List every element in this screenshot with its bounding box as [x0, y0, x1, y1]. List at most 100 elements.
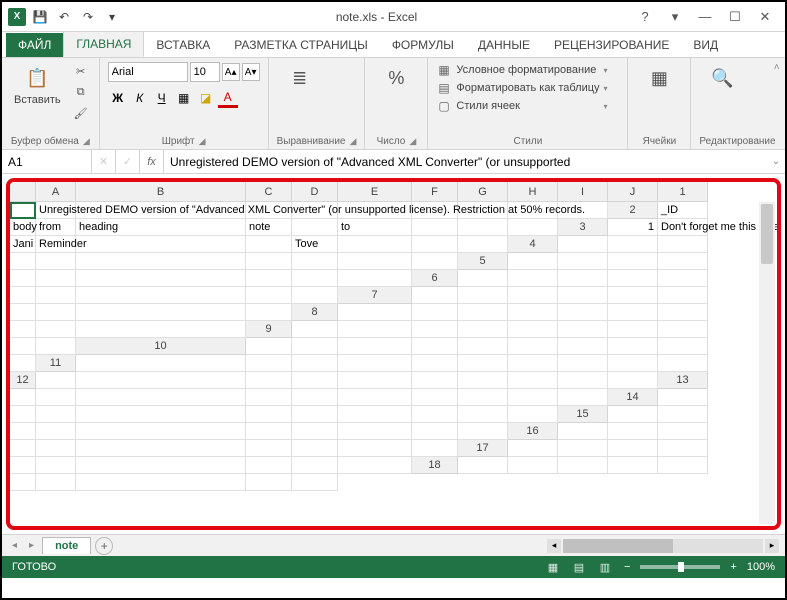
- tab-insert[interactable]: ВСТАВКА: [144, 33, 222, 57]
- row-header[interactable]: 5: [458, 253, 508, 270]
- cell[interactable]: [292, 372, 338, 389]
- tab-nav-left-icon[interactable]: ◂: [8, 540, 21, 551]
- cell[interactable]: [76, 372, 246, 389]
- cell[interactable]: [292, 457, 338, 474]
- cell[interactable]: [292, 474, 338, 491]
- grid[interactable]: ABCDEFGHIJ12_IDbodyfromheadingnoteto31Do…: [10, 182, 777, 508]
- font-color-icon[interactable]: A: [218, 88, 238, 108]
- cell[interactable]: [658, 389, 708, 406]
- cell[interactable]: [508, 372, 558, 389]
- row-header[interactable]: 3: [558, 219, 608, 236]
- cell[interactable]: [608, 338, 658, 355]
- cell[interactable]: [36, 474, 76, 491]
- cell[interactable]: [508, 270, 558, 287]
- zoom-level[interactable]: 100%: [747, 561, 775, 573]
- italic-button[interactable]: К: [130, 88, 150, 108]
- cell[interactable]: [608, 440, 658, 457]
- cell[interactable]: [338, 338, 412, 355]
- column-header[interactable]: C: [246, 182, 292, 202]
- cell[interactable]: Tove: [292, 236, 338, 253]
- cell[interactable]: [508, 440, 558, 457]
- cell[interactable]: [458, 236, 508, 253]
- cell[interactable]: [36, 372, 76, 389]
- cell[interactable]: [458, 406, 508, 423]
- cell[interactable]: [10, 389, 36, 406]
- cell[interactable]: [458, 321, 508, 338]
- underline-button[interactable]: Ч: [152, 88, 172, 108]
- enter-formula-icon[interactable]: ✓: [116, 150, 140, 173]
- column-header[interactable]: F: [412, 182, 458, 202]
- alignment-dialog-launcher-icon[interactable]: ◢: [349, 136, 356, 146]
- cell[interactable]: Jani: [10, 236, 36, 253]
- maximize-icon[interactable]: ☐: [721, 6, 749, 28]
- close-icon[interactable]: ✕: [751, 6, 779, 28]
- page-break-view-icon[interactable]: ▥: [596, 559, 614, 575]
- cell[interactable]: [10, 253, 36, 270]
- row-header[interactable]: 1: [658, 182, 708, 202]
- select-all-corner[interactable]: [10, 182, 36, 202]
- name-box[interactable]: [2, 150, 92, 173]
- column-header[interactable]: A: [36, 182, 76, 202]
- tab-page-layout[interactable]: РАЗМЕТКА СТРАНИЦЫ: [222, 33, 380, 57]
- cell[interactable]: [10, 474, 36, 491]
- font-size-input[interactable]: [190, 62, 220, 82]
- column-header[interactable]: G: [458, 182, 508, 202]
- cell[interactable]: [508, 321, 558, 338]
- cell[interactable]: [338, 389, 412, 406]
- zoom-slider[interactable]: [640, 565, 720, 569]
- cell[interactable]: [658, 236, 708, 253]
- clipboard-dialog-launcher-icon[interactable]: ◢: [83, 136, 90, 146]
- cell[interactable]: [76, 423, 246, 440]
- scrollbar-thumb[interactable]: [761, 204, 773, 264]
- cell[interactable]: [608, 406, 658, 423]
- row-header[interactable]: 7: [338, 287, 412, 304]
- cell[interactable]: [36, 406, 76, 423]
- cell[interactable]: [558, 457, 608, 474]
- save-icon[interactable]: 💾: [30, 7, 50, 27]
- cell[interactable]: [10, 338, 36, 355]
- cell[interactable]: [458, 270, 508, 287]
- row-header[interactable]: 16: [508, 423, 558, 440]
- cell[interactable]: [508, 287, 558, 304]
- cell[interactable]: [658, 423, 708, 440]
- cell[interactable]: [292, 423, 338, 440]
- cell[interactable]: [76, 270, 246, 287]
- column-header[interactable]: B: [76, 182, 246, 202]
- cell[interactable]: [36, 338, 76, 355]
- row-header[interactable]: 12: [10, 372, 36, 389]
- row-header[interactable]: 11: [36, 355, 76, 372]
- cell[interactable]: [412, 253, 458, 270]
- cell[interactable]: [658, 457, 708, 474]
- row-header[interactable]: 18: [412, 457, 458, 474]
- cell[interactable]: [608, 287, 658, 304]
- cell[interactable]: [246, 270, 292, 287]
- cell[interactable]: to: [338, 219, 412, 236]
- row-header[interactable]: 6: [412, 270, 458, 287]
- column-header[interactable]: H: [508, 182, 558, 202]
- row-header[interactable]: 4: [508, 236, 558, 253]
- cell-styles-button[interactable]: ▢ Стили ячеек ▾: [436, 98, 609, 114]
- cell[interactable]: Don't forget me this weekend!: [658, 219, 708, 236]
- cell[interactable]: [246, 474, 292, 491]
- cell[interactable]: [412, 321, 458, 338]
- formula-input-wrap[interactable]: [164, 150, 767, 173]
- row-header[interactable]: 14: [608, 389, 658, 406]
- border-icon[interactable]: ▦: [174, 88, 194, 108]
- cell[interactable]: [458, 304, 508, 321]
- cell[interactable]: [10, 423, 36, 440]
- cell[interactable]: [458, 202, 508, 219]
- column-header[interactable]: E: [338, 182, 412, 202]
- name-box-input[interactable]: [8, 155, 85, 169]
- cell[interactable]: body: [10, 219, 36, 236]
- cell[interactable]: [508, 457, 558, 474]
- cell[interactable]: heading: [76, 219, 246, 236]
- cell[interactable]: [412, 287, 458, 304]
- cell[interactable]: [36, 253, 76, 270]
- row-header[interactable]: 15: [558, 406, 608, 423]
- cell[interactable]: [76, 355, 246, 372]
- cell[interactable]: [608, 253, 658, 270]
- collapse-ribbon-icon[interactable]: ˄: [774, 62, 780, 73]
- cell[interactable]: [558, 338, 608, 355]
- cell[interactable]: [658, 270, 708, 287]
- cell[interactable]: [338, 270, 412, 287]
